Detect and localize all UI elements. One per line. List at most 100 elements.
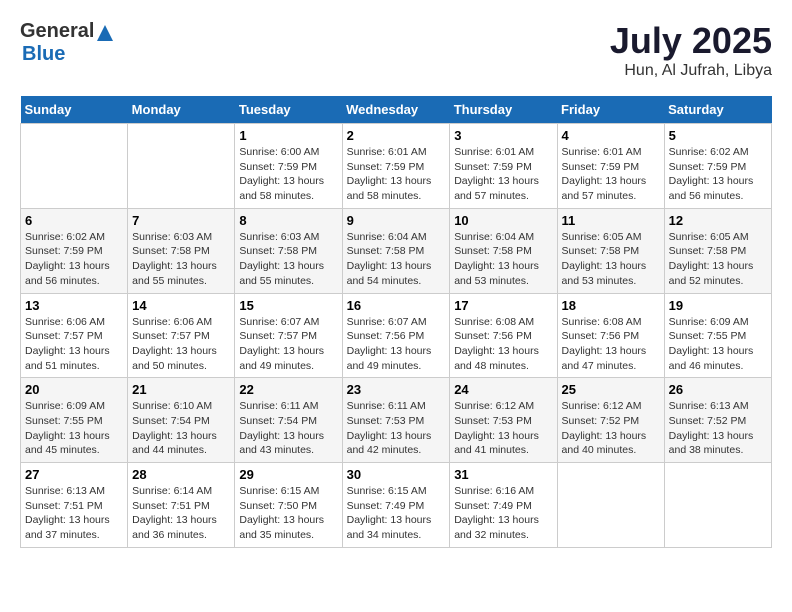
weekday-header: Thursday bbox=[450, 96, 557, 124]
calendar-cell: 12 Sunrise: 6:05 AMSunset: 7:58 PMDayligh… bbox=[664, 208, 771, 293]
day-number: 5 bbox=[669, 128, 767, 143]
calendar-cell: 24Sunrise: 6:12 AMSunset: 7:53 PMDayligh… bbox=[450, 378, 557, 463]
logo-blue: Blue bbox=[22, 43, 65, 65]
calendar-cell: 9 Sunrise: 6:04 AMSunset: 7:58 PMDaylight… bbox=[342, 208, 450, 293]
calendar-cell: 16 Sunrise: 6:07 AMSunset: 7:56 PMDayligh… bbox=[342, 293, 450, 378]
day-detail: Sunrise: 6:14 AMSunset: 7:51 PMDaylight:… bbox=[132, 484, 230, 543]
day-number: 20 bbox=[25, 382, 123, 397]
calendar-cell: 2 Sunrise: 6:01 AMSunset: 7:59 PMDaylight… bbox=[342, 124, 450, 209]
day-detail: Sunrise: 6:09 AMSunset: 7:55 PMDaylight:… bbox=[25, 399, 123, 458]
weekday-header: Friday bbox=[557, 96, 664, 124]
logo-general: General bbox=[20, 20, 94, 42]
weekday-header: Saturday bbox=[664, 96, 771, 124]
day-detail: Sunrise: 6:03 AMSunset: 7:58 PMDaylight:… bbox=[239, 230, 337, 289]
day-detail: Sunrise: 6:01 AMSunset: 7:59 PMDaylight:… bbox=[347, 145, 446, 204]
day-number: 24 bbox=[454, 382, 552, 397]
calendar-cell: 19 Sunrise: 6:09 AMSunset: 7:55 PMDayligh… bbox=[664, 293, 771, 378]
day-detail: Sunrise: 6:02 AMSunset: 7:59 PMDaylight:… bbox=[25, 230, 123, 289]
day-detail: Sunrise: 6:15 AMSunset: 7:50 PMDaylight:… bbox=[239, 484, 337, 543]
day-number: 4 bbox=[562, 128, 660, 143]
day-number: 28 bbox=[132, 467, 230, 482]
day-detail: Sunrise: 6:15 AMSunset: 7:49 PMDaylight:… bbox=[347, 484, 446, 543]
calendar-cell: 15 Sunrise: 6:07 AMSunset: 7:57 PMDayligh… bbox=[235, 293, 342, 378]
weekday-header: Wednesday bbox=[342, 96, 450, 124]
calendar-cell: 30 Sunrise: 6:15 AMSunset: 7:49 PMDayligh… bbox=[342, 463, 450, 548]
day-detail: Sunrise: 6:16 AMSunset: 7:49 PMDaylight:… bbox=[454, 484, 552, 543]
calendar-cell: 28 Sunrise: 6:14 AMSunset: 7:51 PMDayligh… bbox=[128, 463, 235, 548]
day-number: 13 bbox=[25, 298, 123, 313]
day-detail: Sunrise: 6:10 AMSunset: 7:54 PMDaylight:… bbox=[132, 399, 230, 458]
day-number: 15 bbox=[239, 298, 337, 313]
day-detail: Sunrise: 6:03 AMSunset: 7:58 PMDaylight:… bbox=[132, 230, 230, 289]
day-number: 14 bbox=[132, 298, 230, 313]
day-detail: Sunrise: 6:01 AMSunset: 7:59 PMDaylight:… bbox=[562, 145, 660, 204]
calendar-row: 1Sunrise: 6:00 AMSunset: 7:59 PMDaylight… bbox=[21, 124, 772, 209]
calendar-cell: 5Sunrise: 6:02 AMSunset: 7:59 PMDaylight… bbox=[664, 124, 771, 209]
calendar-cell: 3Sunrise: 6:01 AMSunset: 7:59 PMDaylight… bbox=[450, 124, 557, 209]
day-number: 19 bbox=[669, 298, 767, 313]
calendar-cell: 6 Sunrise: 6:02 AMSunset: 7:59 PMDaylight… bbox=[21, 208, 128, 293]
day-number: 11 bbox=[562, 213, 660, 228]
title-block: July 2025 Hun, Al Jufrah, Libya bbox=[610, 20, 772, 80]
calendar-table: SundayMondayTuesdayWednesdayThursdayFrid… bbox=[20, 96, 772, 548]
day-detail: Sunrise: 6:05 AMSunset: 7:58 PMDaylight:… bbox=[669, 230, 767, 289]
day-number: 9 bbox=[347, 213, 446, 228]
calendar-cell bbox=[557, 463, 664, 548]
logo-icon bbox=[95, 23, 115, 43]
day-number: 22 bbox=[239, 382, 337, 397]
calendar-row: 20 Sunrise: 6:09 AMSunset: 7:55 PMDayligh… bbox=[21, 378, 772, 463]
calendar-cell: 13Sunrise: 6:06 AMSunset: 7:57 PMDayligh… bbox=[21, 293, 128, 378]
calendar-cell: 27 Sunrise: 6:13 AMSunset: 7:51 PMDayligh… bbox=[21, 463, 128, 548]
day-number: 12 bbox=[669, 213, 767, 228]
calendar-cell bbox=[664, 463, 771, 548]
day-number: 8 bbox=[239, 213, 337, 228]
calendar-cell: 29Sunrise: 6:15 AMSunset: 7:50 PMDayligh… bbox=[235, 463, 342, 548]
day-number: 1 bbox=[239, 128, 337, 143]
calendar-cell: 20 Sunrise: 6:09 AMSunset: 7:55 PMDayligh… bbox=[21, 378, 128, 463]
calendar-cell: 1Sunrise: 6:00 AMSunset: 7:59 PMDaylight… bbox=[235, 124, 342, 209]
day-detail: Sunrise: 6:07 AMSunset: 7:56 PMDaylight:… bbox=[347, 315, 446, 374]
calendar-cell: 11 Sunrise: 6:05 AMSunset: 7:58 PMDayligh… bbox=[557, 208, 664, 293]
calendar-cell: 8 Sunrise: 6:03 AMSunset: 7:58 PMDaylight… bbox=[235, 208, 342, 293]
calendar-cell: 14Sunrise: 6:06 AMSunset: 7:57 PMDayligh… bbox=[128, 293, 235, 378]
day-number: 21 bbox=[132, 382, 230, 397]
day-detail: Sunrise: 6:07 AMSunset: 7:57 PMDaylight:… bbox=[239, 315, 337, 374]
calendar-cell: 10Sunrise: 6:04 AMSunset: 7:58 PMDayligh… bbox=[450, 208, 557, 293]
calendar-cell bbox=[128, 124, 235, 209]
weekday-header: Tuesday bbox=[235, 96, 342, 124]
calendar-cell: 26 Sunrise: 6:13 AMSunset: 7:52 PMDayligh… bbox=[664, 378, 771, 463]
calendar-cell: 31Sunrise: 6:16 AMSunset: 7:49 PMDayligh… bbox=[450, 463, 557, 548]
day-number: 6 bbox=[25, 213, 123, 228]
day-number: 23 bbox=[347, 382, 446, 397]
day-number: 26 bbox=[669, 382, 767, 397]
logo: General Blue bbox=[20, 20, 116, 66]
day-number: 10 bbox=[454, 213, 552, 228]
calendar-cell: 7Sunrise: 6:03 AMSunset: 7:58 PMDaylight… bbox=[128, 208, 235, 293]
day-detail: Sunrise: 6:05 AMSunset: 7:58 PMDaylight:… bbox=[562, 230, 660, 289]
day-detail: Sunrise: 6:13 AMSunset: 7:52 PMDaylight:… bbox=[669, 399, 767, 458]
day-number: 2 bbox=[347, 128, 446, 143]
day-detail: Sunrise: 6:08 AMSunset: 7:56 PMDaylight:… bbox=[454, 315, 552, 374]
calendar-cell: 25Sunrise: 6:12 AMSunset: 7:52 PMDayligh… bbox=[557, 378, 664, 463]
calendar-row: 27 Sunrise: 6:13 AMSunset: 7:51 PMDayligh… bbox=[21, 463, 772, 548]
day-detail: Sunrise: 6:09 AMSunset: 7:55 PMDaylight:… bbox=[669, 315, 767, 374]
day-number: 17 bbox=[454, 298, 552, 313]
calendar-row: 13Sunrise: 6:06 AMSunset: 7:57 PMDayligh… bbox=[21, 293, 772, 378]
calendar-cell: 17 Sunrise: 6:08 AMSunset: 7:56 PMDayligh… bbox=[450, 293, 557, 378]
page-header: General Blue July 2025 Hun, Al Jufrah, L… bbox=[20, 20, 772, 80]
day-detail: Sunrise: 6:04 AMSunset: 7:58 PMDaylight:… bbox=[347, 230, 446, 289]
day-number: 16 bbox=[347, 298, 446, 313]
day-detail: Sunrise: 6:13 AMSunset: 7:51 PMDaylight:… bbox=[25, 484, 123, 543]
calendar-cell: 21 Sunrise: 6:10 AMSunset: 7:54 PMDayligh… bbox=[128, 378, 235, 463]
calendar-row: 6 Sunrise: 6:02 AMSunset: 7:59 PMDaylight… bbox=[21, 208, 772, 293]
page-location: Hun, Al Jufrah, Libya bbox=[610, 62, 772, 80]
day-number: 30 bbox=[347, 467, 446, 482]
calendar-cell bbox=[21, 124, 128, 209]
weekday-header: Sunday bbox=[21, 96, 128, 124]
calendar-cell: 22Sunrise: 6:11 AMSunset: 7:54 PMDayligh… bbox=[235, 378, 342, 463]
day-detail: Sunrise: 6:12 AMSunset: 7:52 PMDaylight:… bbox=[562, 399, 660, 458]
weekday-header: Monday bbox=[128, 96, 235, 124]
day-number: 3 bbox=[454, 128, 552, 143]
day-number: 27 bbox=[25, 467, 123, 482]
calendar-cell: 18Sunrise: 6:08 AMSunset: 7:56 PMDayligh… bbox=[557, 293, 664, 378]
